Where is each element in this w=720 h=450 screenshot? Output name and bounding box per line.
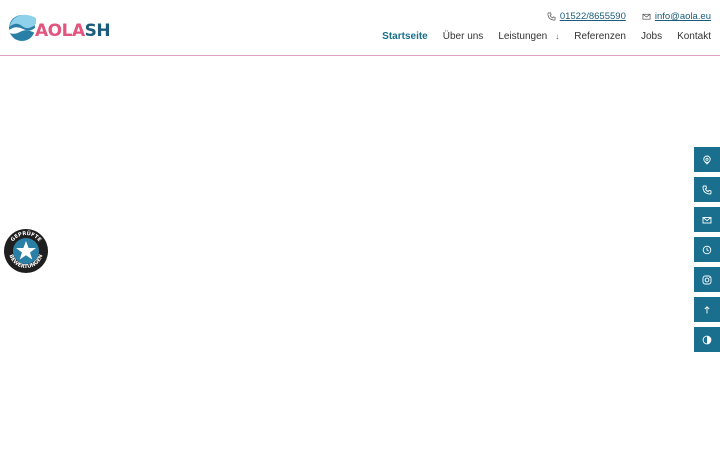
logo-link[interactable]: AOLASH: [8, 12, 118, 44]
sidebar-phone-button[interactable]: [694, 177, 720, 202]
nav-item-startseite[interactable]: Startseite: [382, 31, 428, 42]
contrast-icon: [702, 335, 712, 344]
clock-icon: [702, 245, 712, 254]
sidebar-instagram-button[interactable]: [694, 267, 720, 292]
sidebar-location-button[interactable]: [694, 147, 720, 172]
nav-item-jobs[interactable]: Jobs: [641, 31, 662, 42]
star-seal-icon: GEPRÜFTE BEWERTUNGEN: [5, 230, 47, 272]
nav-item-kontakt[interactable]: Kontakt: [677, 31, 711, 42]
phone-contact: 01522/8655590: [547, 11, 626, 22]
arrow-up-icon: [704, 305, 710, 313]
logo-text-sh: SH: [84, 21, 111, 41]
nav-item-leistungen[interactable]: Leistungen ↓: [498, 31, 559, 42]
instagram-icon: [702, 275, 712, 284]
nav-item-ueber-uns[interactable]: Über uns: [443, 31, 484, 42]
email-link[interactable]: info@aola.eu: [655, 11, 711, 22]
location-pin-icon: [703, 155, 711, 165]
main-nav: Startseite Über uns Leistungen ↓ Referen…: [367, 31, 711, 42]
sidebar-hours-button[interactable]: [694, 237, 720, 262]
phone-icon: [547, 12, 556, 21]
reviews-badge[interactable]: GEPRÜFTE BEWERTUNGEN: [4, 229, 48, 273]
email-contact: info@aola.eu: [642, 11, 711, 22]
phone-link[interactable]: 01522/8655590: [560, 11, 626, 22]
sidebar-mail-button[interactable]: [694, 207, 720, 232]
floating-sidebar: [694, 147, 720, 357]
arrow-down-icon: ↓: [555, 32, 560, 41]
sidebar-contrast-button[interactable]: [694, 327, 720, 352]
logo-text-aola: AOLA: [35, 21, 85, 41]
mail-icon: [642, 13, 651, 20]
mail-icon: [702, 216, 712, 223]
nav-item-referenzen[interactable]: Referenzen: [574, 31, 626, 42]
phone-icon: [702, 185, 712, 194]
sidebar-scroll-top-button[interactable]: [694, 297, 720, 322]
contact-bar: 01522/8655590 info@aola.eu: [531, 11, 711, 22]
site-header: AOLASH 01522/8655590 info@aola.eu Starts…: [0, 0, 720, 56]
logo-wordmark: AOLASH: [35, 21, 111, 41]
nav-item-leistungen-label: Leistungen: [498, 31, 548, 42]
